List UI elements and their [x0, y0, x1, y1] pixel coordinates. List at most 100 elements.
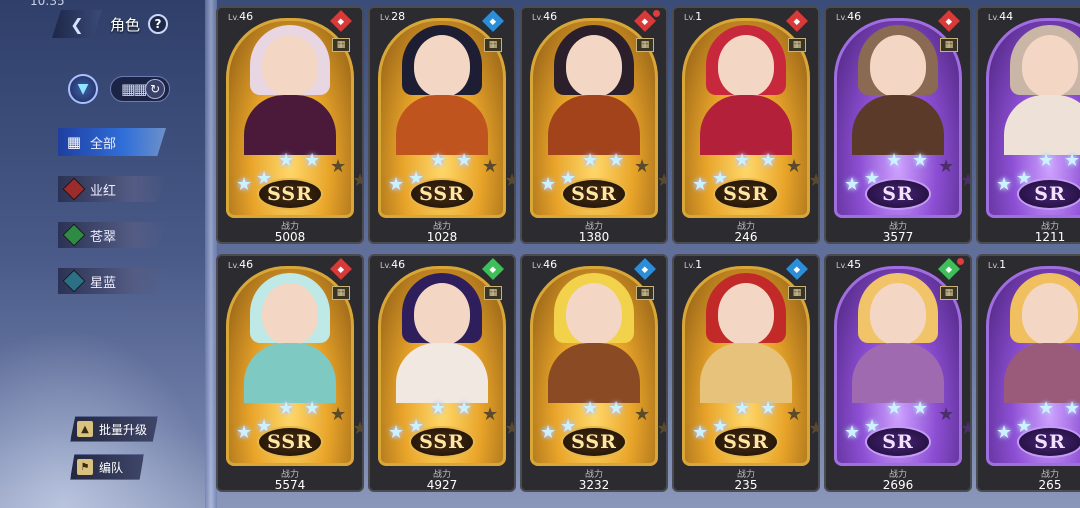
star-icon: ★ — [938, 156, 955, 177]
rarity-badge: SSR — [409, 426, 475, 458]
star-icon: ★ — [1064, 398, 1080, 419]
equipment-badge-icon: ▦ — [788, 38, 806, 52]
character-card[interactable]: Lv.46◆▦★★★★★★SSR战力3232 — [520, 254, 668, 492]
notification-dot — [653, 10, 660, 17]
star-icon: ★ — [844, 422, 861, 443]
rarity-badge: SR — [1017, 426, 1080, 458]
character-card[interactable]: Lv.1◆▦★★★★★★SSR战力235 — [672, 254, 820, 492]
star-icon: ★ — [996, 174, 1013, 195]
level-label: Lv.46 — [836, 10, 862, 23]
rarity-badge: SR — [865, 426, 931, 458]
star-icon: ★ — [304, 150, 321, 171]
star-icon: ★ — [808, 418, 818, 439]
star-icon: ★ — [808, 170, 818, 191]
star-icon: ★ — [960, 170, 970, 191]
power-value: 2696 — [882, 478, 914, 492]
character-card[interactable]: Lv.45◆▦★★★★★★SR战力2696 — [824, 254, 972, 492]
wave-element-icon: ◆ — [480, 8, 506, 34]
star-icon: ★ — [330, 156, 347, 177]
refresh-icon[interactable]: ↻ — [145, 79, 165, 99]
funnel-icon: ▼ — [77, 81, 89, 97]
character-card[interactable]: Lv.1◆▦★★★★★★SR战力265 — [976, 254, 1080, 492]
rarity-badge: SSR — [713, 426, 779, 458]
sword-element-icon: ◆ — [936, 8, 962, 34]
star-icon: ★ — [886, 398, 903, 419]
power-value: 3577 — [882, 230, 914, 244]
level-value: 46 — [543, 258, 558, 271]
power-value: 5008 — [274, 230, 306, 244]
faction-filter-list: ▦ 全部 业红 苍翠 星蓝 — [58, 128, 166, 314]
level-label: Lv.46 — [380, 258, 406, 271]
star-icon: ★ — [786, 404, 803, 425]
character-card[interactable]: Lv.46◆▦★★★★★★SSR战力5008 — [216, 6, 364, 244]
filter-all[interactable]: ▦ 全部 — [58, 128, 166, 156]
team-button[interactable]: ⚑ 编队 — [70, 454, 144, 480]
level-value: 46 — [847, 10, 862, 23]
star-icon: ★ — [634, 404, 651, 425]
power-value: 1028 — [426, 230, 458, 244]
star-icon: ★ — [482, 404, 499, 425]
character-card[interactable]: Lv.28◆▦★★★★★★SSR战力1028 — [368, 6, 516, 244]
character-face — [414, 283, 470, 345]
character-face — [718, 35, 774, 97]
sword-element-icon: ◆ — [632, 256, 658, 282]
character-face — [1022, 283, 1078, 345]
star-icon: ★ — [352, 418, 362, 439]
rarity-badge: SSR — [561, 178, 627, 210]
back-button[interactable]: ❮ — [52, 10, 102, 38]
team-icon: ⚑ — [77, 459, 93, 475]
star-icon: ★ — [608, 150, 625, 171]
star-icon: ★ — [938, 404, 955, 425]
character-card[interactable]: Lv.46◆▦★★★★★★SSR战力1380 — [520, 6, 668, 244]
character-outfit — [1004, 95, 1080, 155]
character-card[interactable]: Lv.46◆▦★★★★★★SSR战力5574 — [216, 254, 364, 492]
power-value: 3232 — [578, 478, 610, 492]
star-icon: ★ — [692, 422, 709, 443]
rarity-badge: SR — [865, 178, 931, 210]
green-element-icon — [62, 223, 86, 247]
character-card[interactable]: Lv.46◆▦★★★★★★SR战力3577 — [824, 6, 972, 244]
back-arrow-icon: ❮ — [70, 14, 84, 34]
character-card[interactable]: Lv.46◆▦★★★★★★SSR战力4927 — [368, 254, 516, 492]
character-outfit — [244, 343, 336, 403]
star-icon: ★ — [960, 418, 970, 439]
power-value: 5574 — [274, 478, 306, 492]
level-value: 1 — [999, 258, 1007, 271]
star-icon: ★ — [504, 170, 514, 191]
team-label: 编队 — [99, 460, 124, 475]
help-button[interactable]: ? — [148, 14, 169, 34]
star-icon: ★ — [912, 398, 929, 419]
star-icon: ★ — [352, 170, 362, 191]
star-icon: ★ — [786, 156, 803, 177]
level-label: Lv.46 — [532, 258, 558, 271]
level-label: Lv.28 — [380, 10, 406, 23]
batch-upgrade-label: 批量升级 — [99, 422, 148, 437]
rarity-badge: SSR — [561, 426, 627, 458]
view-toggle[interactable]: ▦▦ ↻ — [110, 76, 170, 102]
star-icon: ★ — [912, 150, 929, 171]
filter-red[interactable]: 业红 — [58, 176, 166, 202]
top-bar: ❮ 角色 ? — [52, 8, 169, 40]
level-label: Lv.46 — [532, 10, 558, 23]
power-value: 4927 — [426, 478, 458, 492]
character-face — [262, 283, 318, 345]
character-outfit — [700, 343, 792, 403]
filter-green[interactable]: 苍翠 — [58, 222, 166, 248]
star-icon: ★ — [734, 398, 751, 419]
equipment-badge-icon: ▦ — [636, 38, 654, 52]
character-face — [262, 35, 318, 97]
star-icon: ★ — [236, 174, 253, 195]
character-card[interactable]: Lv.1◆▦★★★★★★SSR战力246 — [672, 6, 820, 244]
filter-blue[interactable]: 星蓝 — [58, 268, 166, 294]
character-face — [566, 35, 622, 97]
character-card[interactable]: Lv.44◆▦★★★★★★SR战力1211 — [976, 6, 1080, 244]
notification-dot — [957, 258, 964, 265]
star-icon: ★ — [608, 398, 625, 419]
star-icon: ★ — [760, 398, 777, 419]
star-icon: ★ — [996, 422, 1013, 443]
level-label: Lv.44 — [988, 10, 1014, 23]
grid-icon[interactable]: ▦▦ — [121, 80, 147, 98]
filter-funnel-button[interactable]: ▼ — [68, 74, 98, 104]
batch-upgrade-button[interactable]: ▲ 批量升级 — [70, 416, 158, 442]
filter-label: 星蓝 — [90, 275, 117, 291]
